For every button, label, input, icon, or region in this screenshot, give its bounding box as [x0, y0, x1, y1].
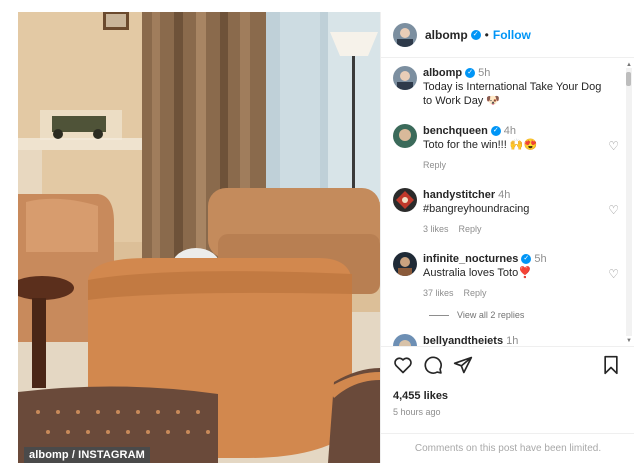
separator-dot: •	[484, 27, 489, 42]
post-actions: 4,455 likes 5 hours ago Comments on this…	[381, 346, 634, 454]
heart-icon[interactable]: ♡	[608, 139, 619, 153]
comment-hashtag[interactable]: #bangreyhoundracing	[423, 202, 603, 216]
scroll-down-arrow-icon[interactable]: ▼	[626, 338, 632, 344]
reply-button[interactable]: Reply	[459, 224, 482, 234]
caption-text: Today is International Take Your Dog to …	[423, 81, 602, 107]
comment-time[interactable]: 4h	[498, 189, 510, 201]
avatar[interactable]	[393, 334, 417, 346]
list-item: bellyandtheiets 1h	[393, 334, 613, 346]
share-icon[interactable]	[453, 355, 473, 375]
comment-username[interactable]: bellyandtheiets	[423, 335, 503, 346]
caption: albomp ✓ 5h Today is International Take Yo…	[393, 66, 613, 108]
avatar-photo-icon	[393, 22, 417, 47]
avatar-photo-icon	[393, 252, 417, 276]
comment-likes[interactable]: 37 likes	[423, 288, 454, 298]
avatar-photo-icon	[393, 66, 417, 90]
list-item: benchqueen ✓ 4h Toto for the win!!! 🙌😍 Rep…	[393, 124, 613, 172]
comment-likes[interactable]: 3 likes	[423, 224, 449, 234]
office-scene-image	[18, 12, 380, 463]
scrollbar[interactable]	[626, 68, 632, 336]
heart-icon[interactable]: ♡	[608, 203, 619, 217]
follow-button[interactable]: Follow	[493, 28, 531, 42]
post-photo: albomp / INSTAGRAM	[18, 12, 380, 463]
avatar-pattern-icon	[393, 188, 417, 212]
view-replies-label[interactable]: View all 2 replies	[457, 310, 524, 320]
bookmark-icon[interactable]	[601, 355, 621, 375]
comment-text: Australia loves Toto❣️	[423, 267, 532, 279]
verified-badge-icon: ✓	[465, 68, 476, 79]
comment-time[interactable]: 1h	[506, 335, 518, 346]
scrollbar-thumb[interactable]	[626, 72, 631, 86]
scroll-up-arrow-icon[interactable]: ▲	[626, 62, 632, 68]
post-header: albomp ✓ • Follow	[381, 12, 634, 58]
photo-credit: albomp / INSTAGRAM	[24, 447, 150, 463]
heart-icon[interactable]: ♡	[608, 267, 619, 281]
verified-badge-icon: ✓	[490, 126, 501, 137]
post-sidebar: albomp ✓ • Follow albomp ✓ 5h Today is Int…	[380, 12, 634, 463]
avatar[interactable]	[393, 124, 417, 148]
verified-badge-icon: ✓	[521, 254, 532, 265]
heart-icon[interactable]	[393, 355, 413, 375]
reply-button[interactable]: Reply	[464, 288, 487, 298]
comment-icon[interactable]	[423, 355, 443, 375]
avatar[interactable]	[393, 252, 417, 276]
reply-button[interactable]: Reply	[423, 160, 446, 170]
avatar[interactable]	[393, 188, 417, 212]
caption-username[interactable]: albomp	[423, 67, 462, 79]
comments-list[interactable]: albomp ✓ 5h Today is International Take Yo…	[381, 58, 634, 346]
likes-count[interactable]: 4,455 likes	[393, 390, 448, 402]
avatar[interactable]	[393, 66, 417, 90]
caption-time[interactable]: 5h	[478, 67, 490, 79]
divider	[429, 314, 449, 316]
avatar[interactable]	[393, 22, 417, 47]
comments-limited-notice: Comments on this post have been limited.	[381, 433, 634, 459]
comment-username[interactable]: handystitcher	[423, 189, 495, 201]
post-timestamp[interactable]: 5 hours ago	[393, 407, 441, 417]
avatar-photo-icon	[393, 334, 417, 346]
avatar-photo-icon	[393, 124, 417, 148]
list-item: infinite_nocturnes ✓ 5h Australia loves To…	[393, 252, 613, 300]
verified-badge-icon: ✓	[470, 29, 481, 40]
comment-time[interactable]: 4h	[504, 125, 516, 137]
comment-username[interactable]: infinite_nocturnes	[423, 253, 518, 265]
list-item: handystitcher 4h #bangreyhoundracing 3 li…	[393, 188, 613, 236]
view-replies-button[interactable]: View all 2 replies	[429, 310, 524, 320]
comment-time[interactable]: 5h	[534, 253, 546, 265]
post-username[interactable]: albomp	[425, 28, 468, 42]
comment-username[interactable]: benchqueen	[423, 125, 488, 137]
comment-text: Toto for the win!!! 🙌😍	[423, 139, 538, 151]
